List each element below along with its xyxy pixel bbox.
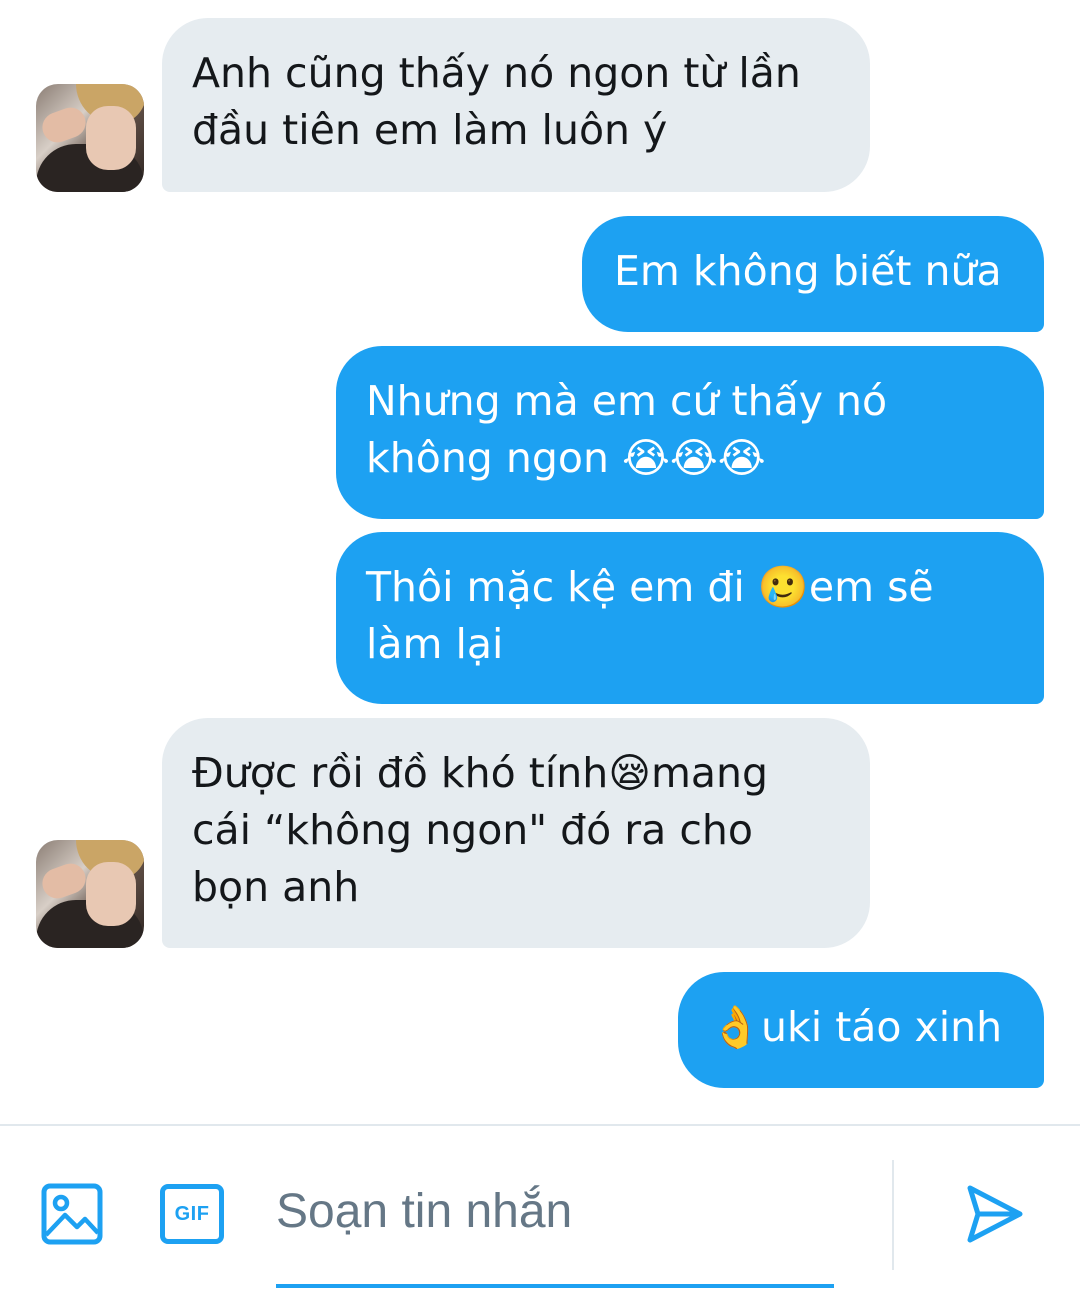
gif-label: GIF — [174, 1202, 210, 1225]
incoming-message-bubble[interactable]: Được rồi đồ khó tính😪mang cái “không ngo… — [162, 718, 870, 948]
add-gif-button[interactable]: GIF — [158, 1182, 226, 1246]
composer-divider — [892, 1160, 894, 1270]
avatar[interactable] — [36, 84, 144, 192]
image-icon — [41, 1183, 103, 1245]
outgoing-message-bubble[interactable]: Nhưng mà em cứ thấy nó không ngon 😭😭😭 — [336, 346, 1044, 519]
outgoing-message-bubble[interactable]: 👌uki táo xinh — [678, 972, 1044, 1088]
message-thread: Anh cũng thấy nó ngon từ lần đầu tiên em… — [0, 0, 1080, 1124]
outgoing-message-bubble[interactable]: Thôi mặc kệ em đi 🥲em sẽ làm lại — [336, 532, 1044, 704]
gif-icon: GIF — [160, 1184, 224, 1244]
input-underline — [276, 1284, 834, 1288]
send-icon — [967, 1185, 1023, 1243]
avatar[interactable] — [36, 840, 144, 948]
incoming-message-bubble[interactable]: Anh cũng thấy nó ngon từ lần đầu tiên em… — [162, 18, 870, 192]
message-input[interactable]: Soạn tin nhắn — [276, 1182, 834, 1242]
outgoing-message-bubble[interactable]: Em không biết nữa — [582, 216, 1044, 332]
send-button[interactable] — [958, 1178, 1030, 1250]
add-image-button[interactable] — [36, 1178, 108, 1250]
message-composer: GIF Soạn tin nhắn — [0, 1124, 1080, 1294]
